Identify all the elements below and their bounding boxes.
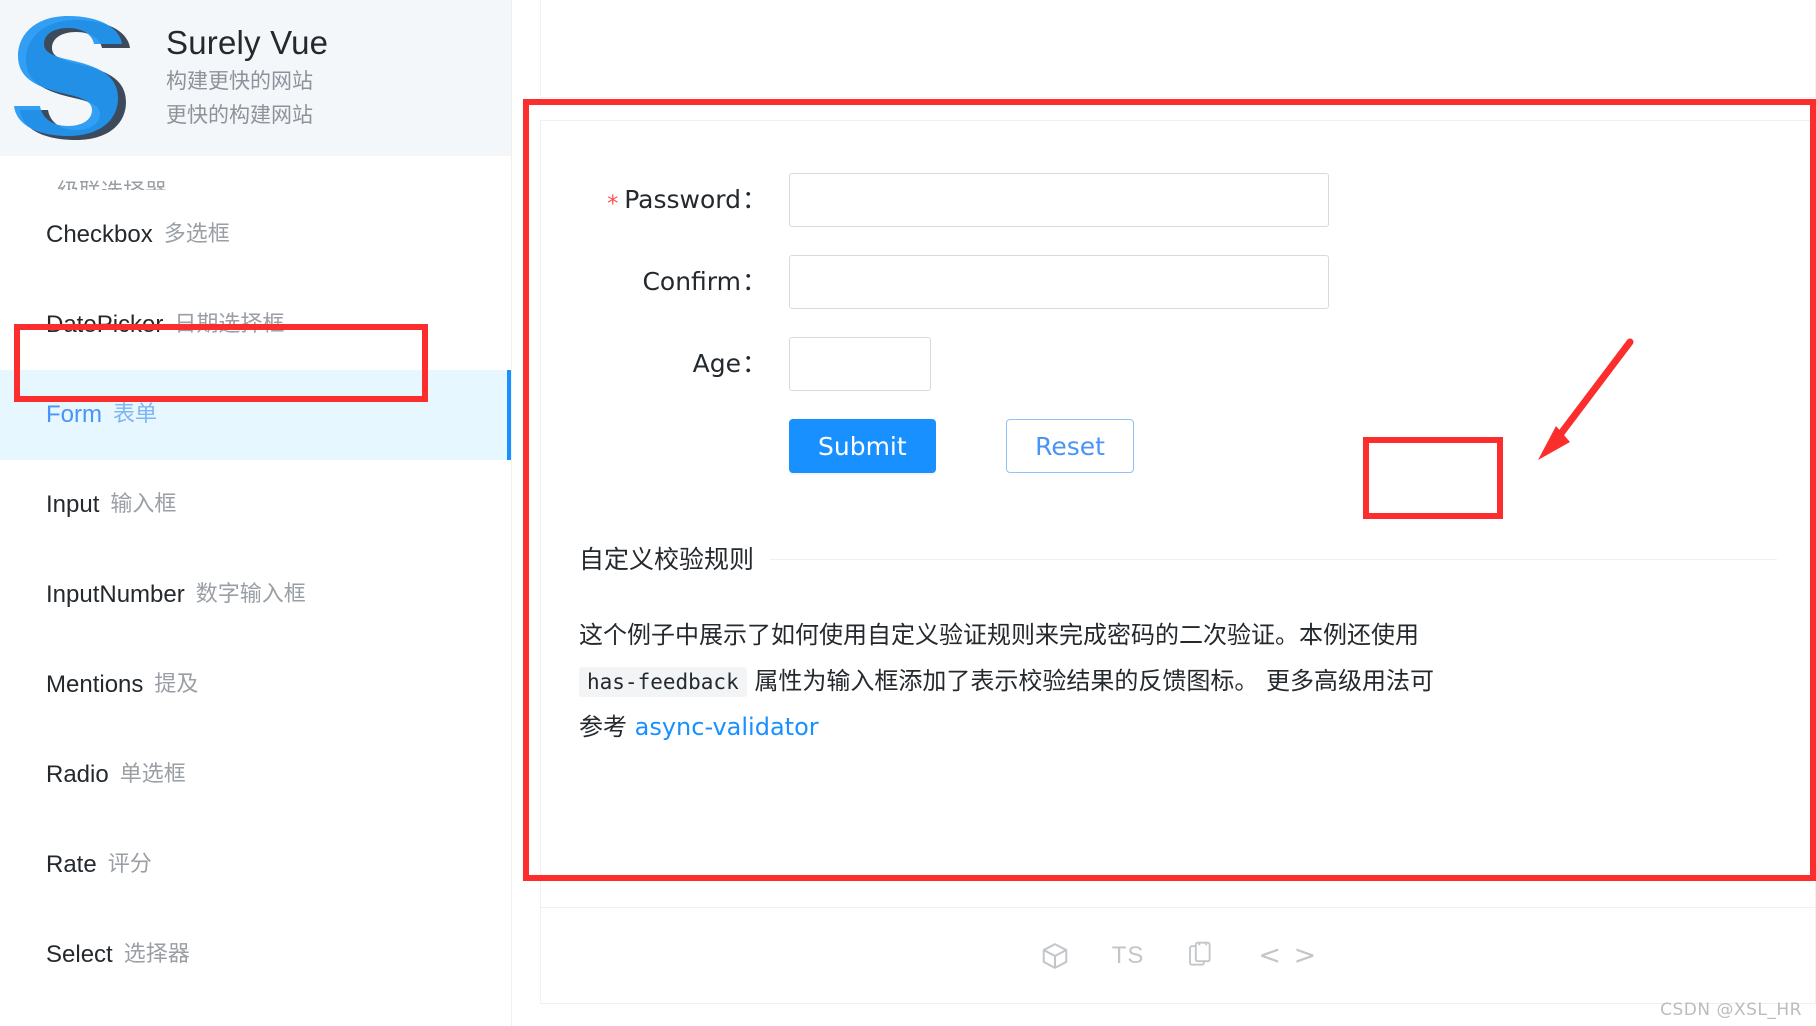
demo-card-custom-validation: * Password： Confirm： Age： Submit Reset 自… [540,120,1816,1004]
sidebar-item-label-cn: 日期选择框 [174,312,285,337]
confirm-control [789,255,1329,309]
description-part1: 这个例子中展示了如何使用自定义验证规则来完成密码的二次验证。本例还使用 [579,621,1419,649]
form-actions: Submit Reset [789,419,1134,473]
form-row-password: * Password： [541,173,1815,227]
brand-subtitle-line1: 构建更快的网站 [166,68,313,93]
form-row-age: Age： [541,337,1815,391]
sidebar-item-label-cn: 提及 [154,672,199,697]
required-marker-icon: * [607,192,619,217]
form-row-confirm: Confirm： [541,255,1815,309]
sidebar-item-label-en: Radio [46,761,109,788]
age-label-text: Age [692,349,741,378]
sidebar-item-cascader[interactable]: 级联选择器 [0,156,511,191]
sidebar-item-label-en: Form [46,401,102,428]
sidebar-item-label-en: DatePicker [46,311,164,338]
confirm-input[interactable] [789,255,1329,309]
sidebar-item-select[interactable]: Select 选择器 [0,910,511,1000]
sidebar-item-label-cn: 级联选择器 [57,182,167,191]
sidebar-item-form[interactable]: Form 表单 [0,370,511,460]
submit-button[interactable]: Submit [789,419,936,473]
watermark: CSDN @XSL_HR [1660,1000,1802,1020]
sidebar-item-checkbox[interactable]: Checkbox 多选框 [0,190,511,280]
sidebar-item-input[interactable]: Input 输入框 [0,460,511,550]
password-input[interactable] [789,173,1329,227]
actions-spacer [541,419,769,473]
age-input[interactable] [789,337,931,391]
form-row-actions: Submit Reset [541,419,1815,473]
age-label: Age： [541,337,769,391]
sidebar-item-label-en: Input [46,491,100,518]
brand-text-group: Surely Vue 构建更快的网站 更快的构建网站 [166,23,329,131]
sidebar-item-inputnumber[interactable]: InputNumber 数字输入框 [0,550,511,640]
brand-subtitle-line2: 更快的构建网站 [166,103,313,128]
sidebar-item-label-en: Rate [46,851,97,878]
sidebar-item-radio[interactable]: Radio 单选框 [0,730,511,820]
description-body: 这个例子中展示了如何使用自定义验证规则来完成密码的二次验证。本例还使用 has-… [579,560,1449,750]
confirm-label-text: Confirm [642,267,741,296]
sidebar-item-mentions[interactable]: Mentions 提及 [0,640,511,730]
sidebar-item-label-en: InputNumber [46,581,185,608]
age-control [789,337,931,391]
sidebar-item-label-en: Mentions [46,671,144,698]
demo-card-previous: TS < > [540,0,1816,98]
demo-actions-bar-bottom: TS < > [541,907,1815,1003]
password-label-text: Password [624,185,741,214]
reset-button[interactable]: Reset [1006,419,1134,473]
sidebar-item-label-cn: 选择器 [123,942,190,967]
label-colon: ： [741,267,767,296]
sidebar-item-datepicker[interactable]: DatePicker 日期选择框 [0,280,511,370]
sidebar-item-label-cn: 数字输入框 [195,582,306,607]
main-content: TS < > *Password： [512,0,1816,1026]
label-colon: ： [741,185,767,214]
description-title: 自定义校验规则 [579,540,771,576]
sidebar: Surely Vue 构建更快的网站 更快的构建网站 级联选择器 Checkbo… [0,0,512,1026]
typescript-icon[interactable]: TS [1112,942,1145,970]
codesandbox-icon[interactable] [1038,939,1072,973]
sidebar-item-label-cn: 表单 [113,402,158,427]
copy-icon[interactable] [1184,939,1218,973]
brand-header[interactable]: Surely Vue 构建更快的网站 更快的构建网站 [0,0,511,156]
sidebar-item-label-cn: 多选框 [163,222,230,247]
sidebar-item-rate[interactable]: Rate 评分 [0,820,511,910]
label-colon: ： [741,349,767,378]
code-has-feedback: has-feedback [579,667,747,698]
password-label: * Password： [541,173,769,227]
demo-card-body: * Password： Confirm： Age： Submit Reset 自… [541,121,1815,750]
sidebar-menu: 级联选择器 Checkbox 多选框 DatePicker 日期选择框 Form… [0,156,511,1026]
demo-actions-bar-top: TS < > [541,0,1815,17]
code-brackets-icon[interactable]: < > [1258,940,1318,971]
sidebar-item-label-en: Select [46,941,113,968]
sidebar-item-label-cn: 输入框 [110,492,177,517]
description-section: 自定义校验规则 这个例子中展示了如何使用自定义验证规则来完成密码的二次验证。本例… [579,540,1777,750]
async-validator-link[interactable]: async-validator [635,713,819,741]
sidebar-item-label-cn: 单选框 [119,762,186,787]
brand-title: Surely Vue [166,23,329,61]
sidebar-item-label-en: Checkbox [46,221,153,248]
custom-validation-form: * Password： Confirm： Age： Submit Reset [541,121,1815,503]
surely-vue-logo-icon [14,16,130,140]
app-root: Surely Vue 构建更快的网站 更快的构建网站 级联选择器 Checkbo… [0,0,1816,1026]
password-control [789,173,1329,227]
confirm-label: Confirm： [541,255,769,309]
sidebar-item-label-cn: 评分 [107,852,152,877]
description-part2: 属性为输入框添加了表示校验结果的反馈图标。 [754,667,1259,696]
